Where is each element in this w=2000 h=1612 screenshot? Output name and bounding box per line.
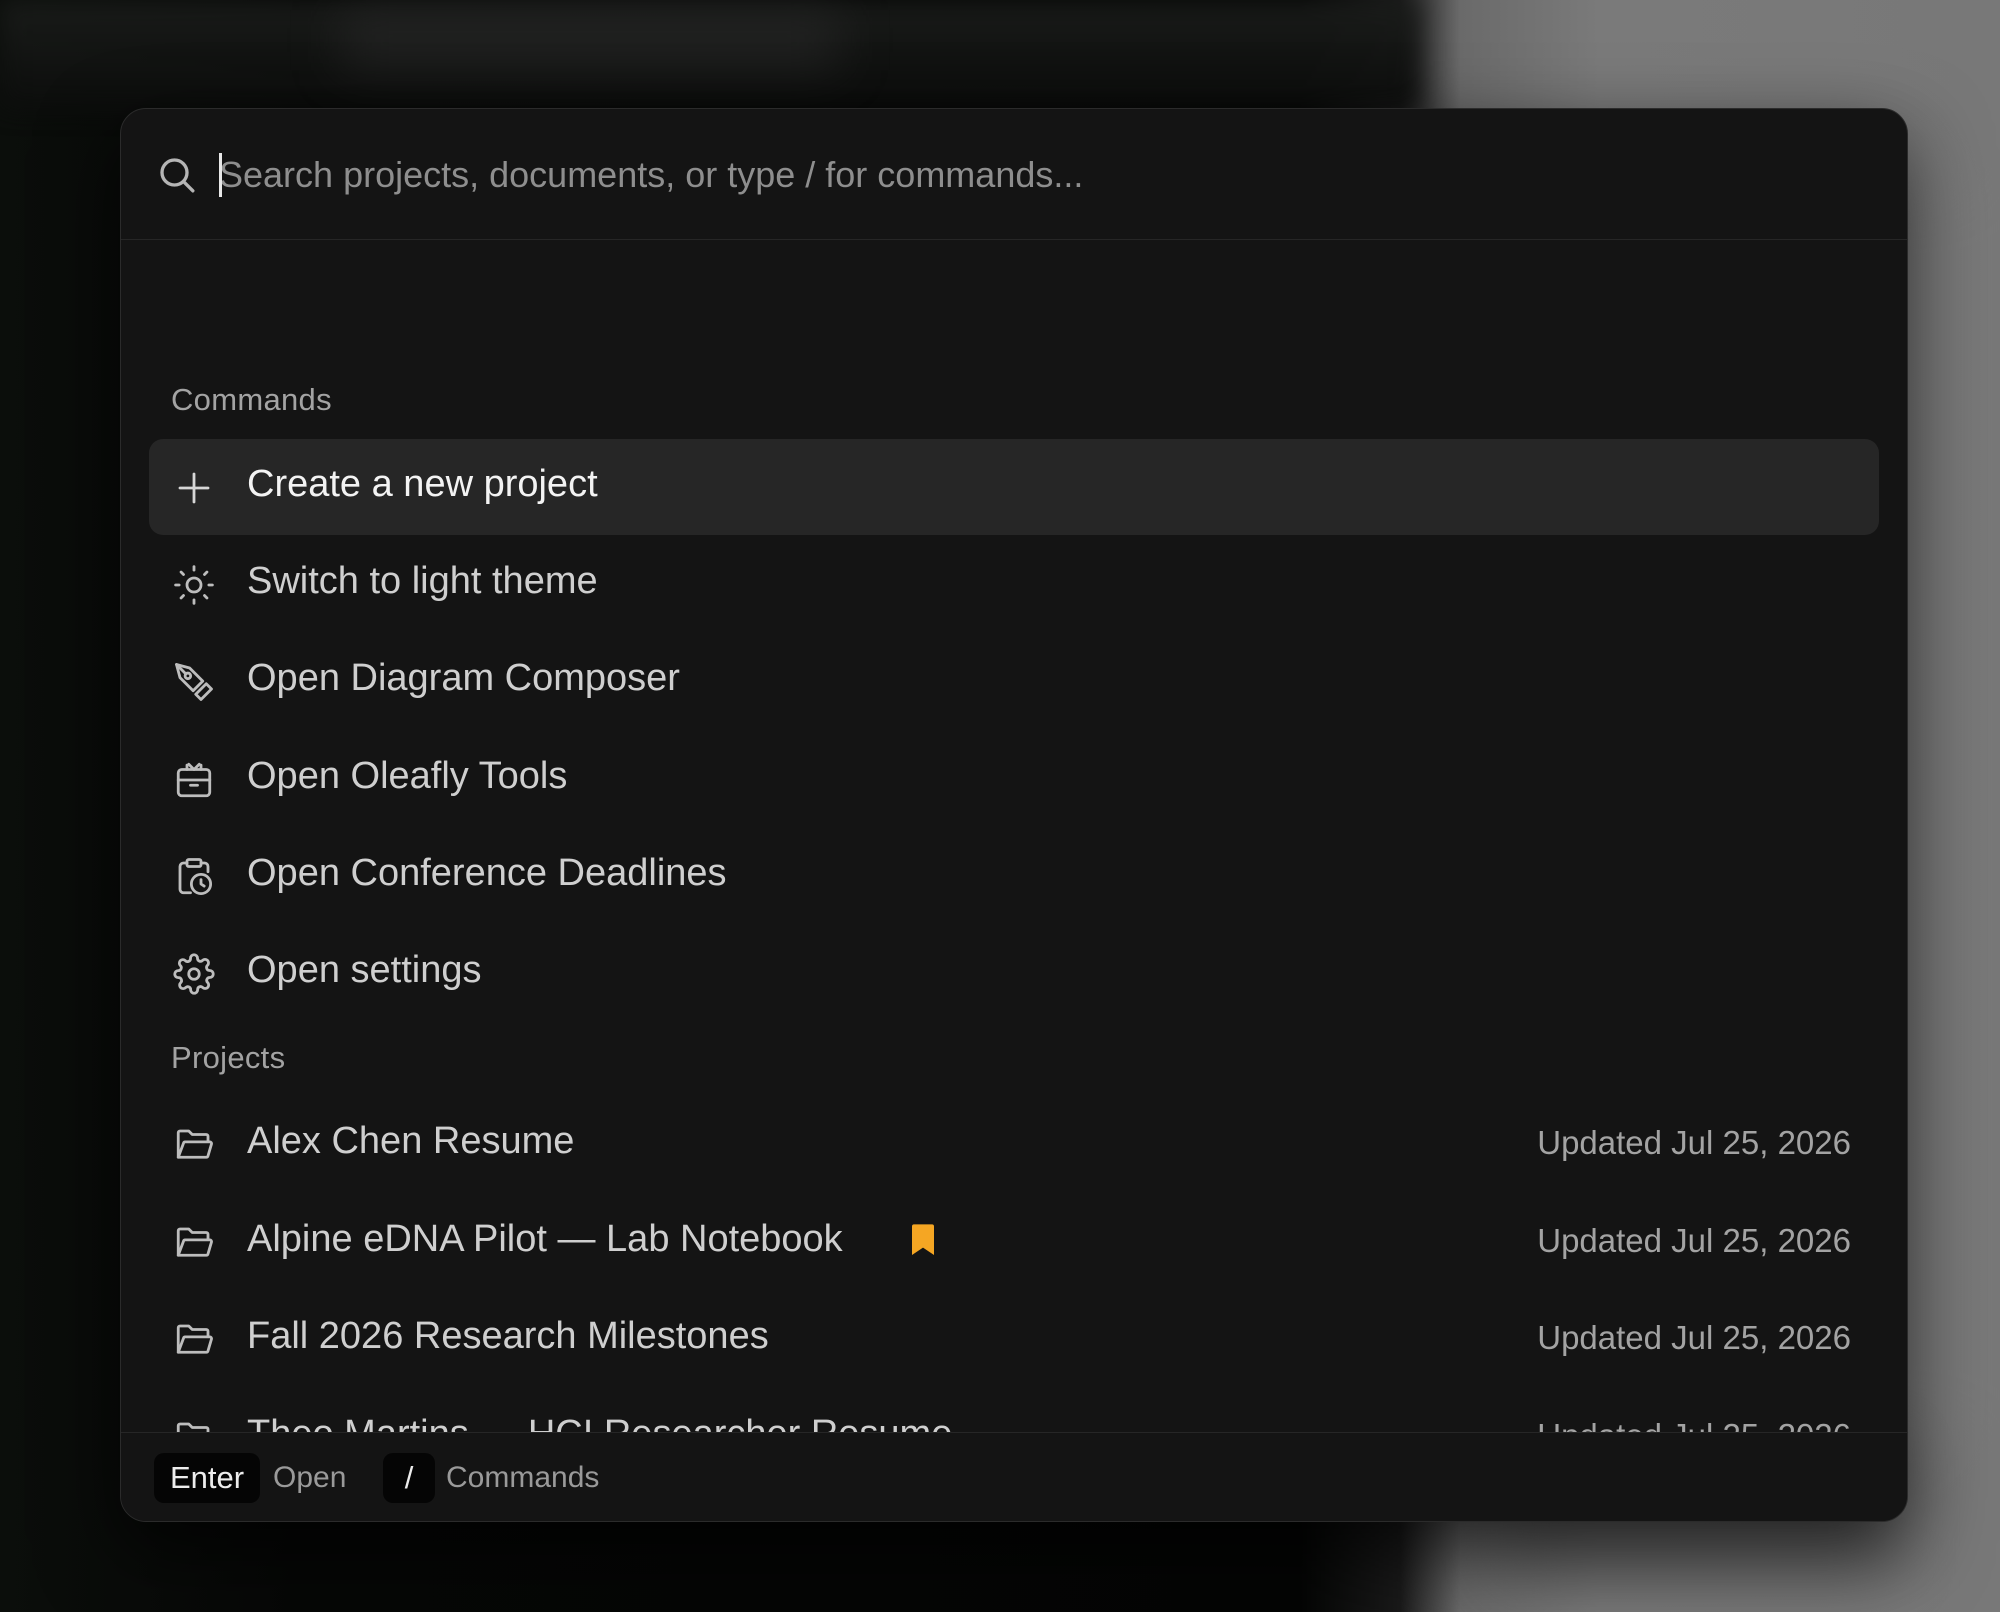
results-list[interactable]: Commands Create a new project Switch to … [121,240,1907,1521]
command-open-diagram-composer[interactable]: Open Diagram Composer [149,633,1879,729]
commands-heading: Commands [171,382,332,417]
command-palette: Commands Create a new project Switch to … [120,108,1908,1522]
enter-key-hint: Open [273,1461,347,1494]
slash-key-badge: / [383,1453,435,1503]
folder-open-icon [176,1324,213,1354]
project-name: Alpine eDNA Pilot — Lab Notebook [247,1218,843,1260]
project-item[interactable]: Fall 2026 Research Milestones Updated Ju… [149,1291,1879,1387]
command-label: Open Oleafly Tools [247,755,568,797]
command-label: Open Conference Deadlines [247,852,727,894]
pen-tool-icon [175,663,213,701]
search-bar [121,109,1907,240]
keyboard-hints-footer: Enter Open / Commands [121,1432,1907,1521]
bookmark-icon[interactable] [911,1224,935,1256]
projects-heading: Projects [171,1040,286,1075]
project-updated: Updated Jul 25, 2026 [1537,1319,1851,1356]
project-updated: Updated Jul 25, 2026 [1537,1222,1851,1259]
slash-key-hint: Commands [446,1461,600,1494]
toolbox-icon [176,762,212,798]
gear-icon [173,953,215,995]
search-icon [160,158,195,193]
command-label: Open Diagram Composer [247,657,680,699]
sun-icon [174,565,214,605]
clipboard-clock-icon [178,858,213,896]
command-open-oleafly-tools[interactable]: Open Oleafly Tools [149,731,1879,827]
search-input[interactable] [219,147,1819,203]
plus-icon [178,472,210,504]
project-updated: Updated Jul 25, 2026 [1537,1124,1851,1161]
command-label: Create a new project [247,463,598,505]
project-name: Alex Chen Resume [247,1120,575,1162]
enter-key-badge: Enter [154,1453,260,1503]
folder-open-icon [176,1129,213,1159]
folder-open-icon [176,1227,213,1257]
blurred-background-shape [340,10,840,70]
project-name: Fall 2026 Research Milestones [247,1315,769,1357]
command-switch-theme[interactable]: Switch to light theme [149,536,1879,632]
command-label: Open settings [247,949,482,991]
command-open-conference-deadlines[interactable]: Open Conference Deadlines [149,828,1879,924]
project-item[interactable]: Alpine eDNA Pilot — Lab Notebook Updated… [149,1194,1879,1290]
command-open-settings[interactable]: Open settings [149,925,1879,1021]
command-label: Switch to light theme [247,560,598,602]
command-create-project[interactable]: Create a new project [149,439,1879,535]
text-caret [219,153,222,197]
project-item[interactable]: Alex Chen Resume Updated Jul 25, 2026 [149,1096,1879,1192]
